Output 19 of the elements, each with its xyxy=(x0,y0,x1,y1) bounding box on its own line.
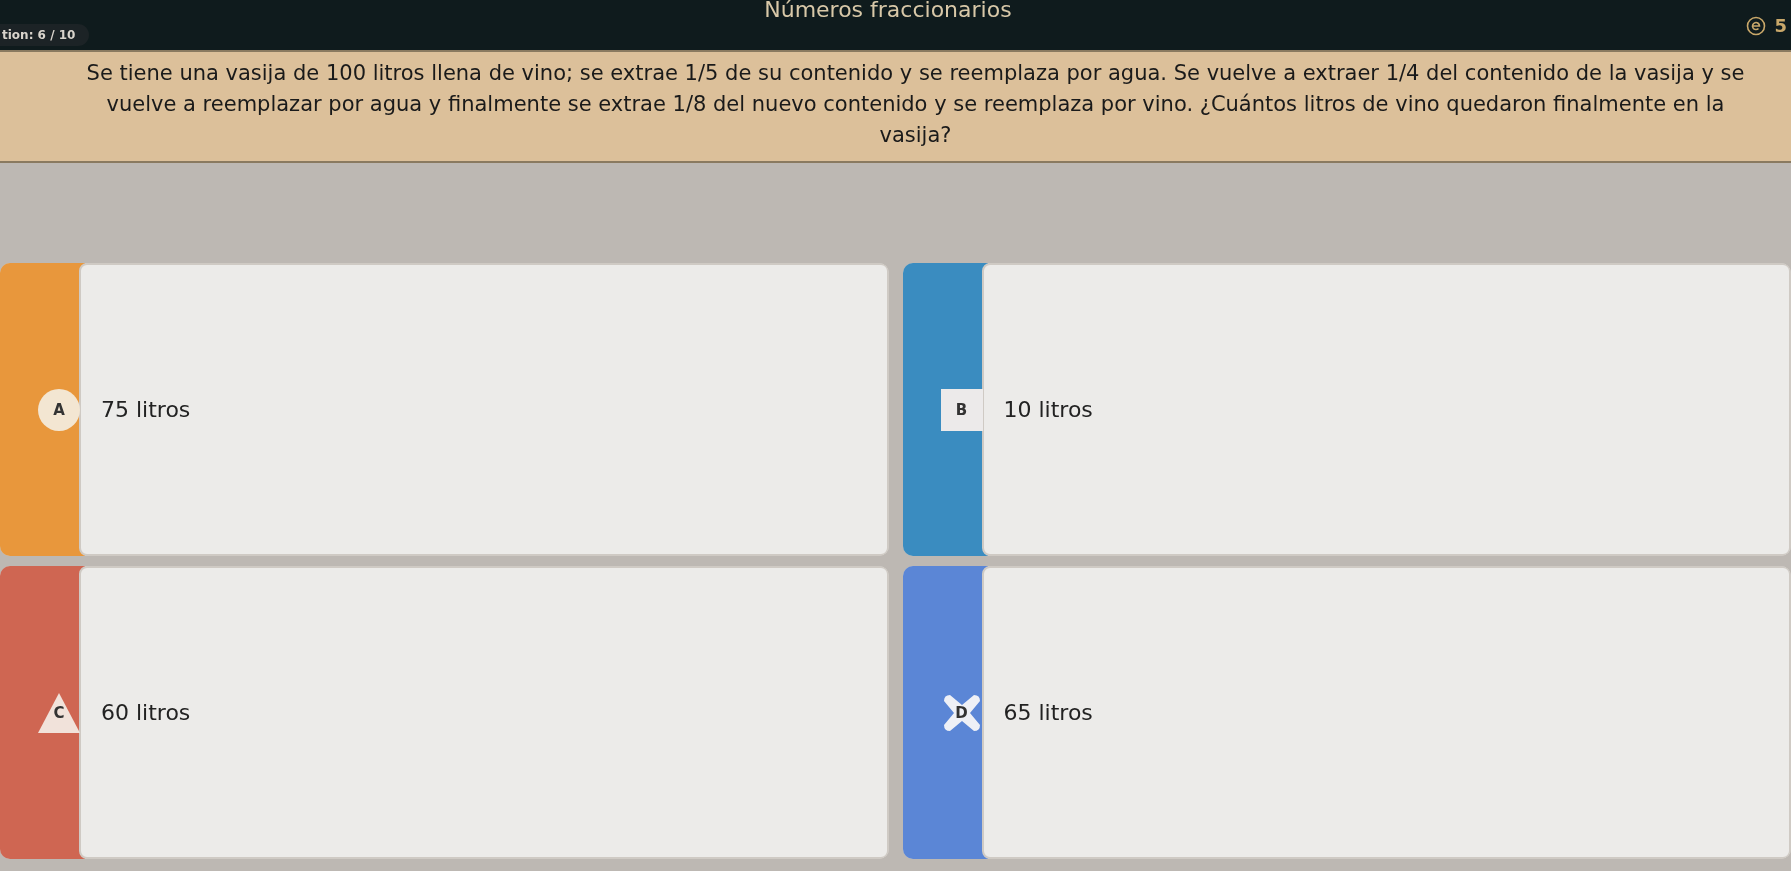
option-letter: C xyxy=(53,703,65,722)
points-icon xyxy=(1746,15,1767,36)
answer-text: 65 litros xyxy=(1003,700,1093,725)
answer-text: 10 litros xyxy=(1003,397,1093,422)
score: 5 xyxy=(1774,15,1787,36)
circle-icon xyxy=(37,387,81,432)
answer-text: 60 litros xyxy=(101,700,191,725)
answer-text: 75 litros xyxy=(101,397,191,422)
answer-option[interactable]: D 65 litros xyxy=(902,566,1791,859)
question-counter: tion: 6 / 10 xyxy=(0,24,90,46)
quiz-title: Números fraccionarios xyxy=(763,0,1013,20)
option-letter: D xyxy=(955,703,968,722)
answer-option[interactable]: C 60 litros xyxy=(0,566,889,859)
answer-option[interactable]: B 10 litros xyxy=(902,263,1791,556)
option-letter: A xyxy=(53,400,65,419)
answer-option[interactable]: A 75 litros xyxy=(0,263,889,556)
question-text: Se tiene una vasija de 100 litros llena de vino; se extrae 1/5 de su contenido y se reemplaza por agua. Se vuelve a extraer 1/4 del contenido de la vasija y se vuelve a reemplazar por agua y finalmente se extrae 1/8 del nuevo contenido y se reemplaza por vino. ¿Cuántos litros de vino quedaron finalmente en la vasija? xyxy=(85,60,1746,149)
option-letter: B xyxy=(955,400,968,419)
square-icon xyxy=(939,387,984,432)
